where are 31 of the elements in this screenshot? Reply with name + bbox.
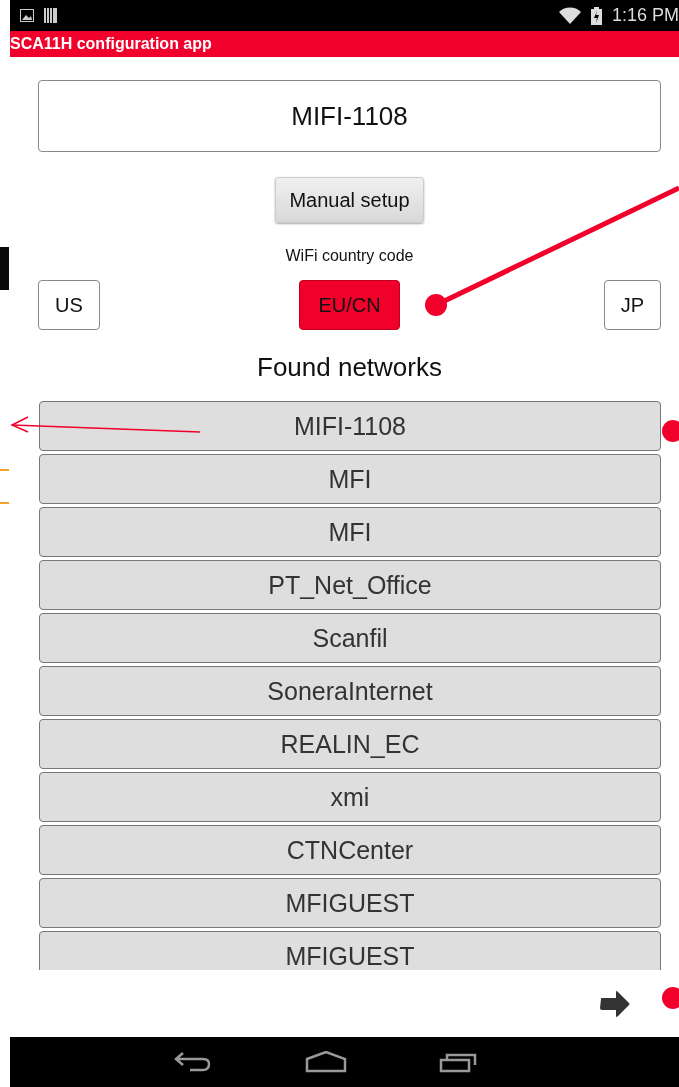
- device-name-field[interactable]: MIFI-1108: [38, 80, 661, 152]
- wifi-icon: [558, 7, 581, 24]
- network-item[interactable]: MFI: [39, 507, 661, 557]
- home-icon[interactable]: [304, 1051, 347, 1073]
- battery-icon: [590, 6, 602, 25]
- network-item[interactable]: Scanfil: [39, 613, 661, 663]
- network-item[interactable]: xmi: [39, 772, 661, 822]
- country-code-label: WiFi country code: [285, 247, 414, 265]
- network-item[interactable]: SoneraInternet: [39, 666, 661, 716]
- edge-fragment: [0, 502, 9, 504]
- status-time: 1:16 PM: [611, 5, 679, 26]
- edge-fragment: [0, 469, 9, 471]
- manual-setup-button[interactable]: Manual setup: [275, 177, 424, 223]
- network-item[interactable]: MFIGUEST: [39, 931, 661, 970]
- recent-apps-icon[interactable]: [438, 1051, 477, 1073]
- network-item[interactable]: REALIN_EC: [39, 719, 661, 769]
- back-icon[interactable]: [172, 1051, 213, 1073]
- country-code-button[interactable]: US: [38, 280, 100, 330]
- image-icon: [20, 9, 34, 22]
- network-item[interactable]: MFIGUEST: [39, 878, 661, 928]
- network-item[interactable]: PT_Net_Office: [39, 560, 661, 610]
- country-code-button[interactable]: JP: [603, 280, 661, 330]
- app-title: SCA11H configuration app: [10, 35, 212, 53]
- arrow-right-icon[interactable]: [599, 989, 631, 1018]
- network-item[interactable]: MFI: [39, 454, 661, 504]
- network-item[interactable]: MIFI-1108: [39, 401, 661, 451]
- country-code-button[interactable]: EU/CN: [299, 280, 400, 330]
- found-networks-heading: Found networks: [257, 352, 442, 383]
- edge-fragment: [0, 247, 9, 290]
- network-item[interactable]: CTNCenter: [39, 825, 661, 875]
- barcode-icon: [44, 8, 57, 23]
